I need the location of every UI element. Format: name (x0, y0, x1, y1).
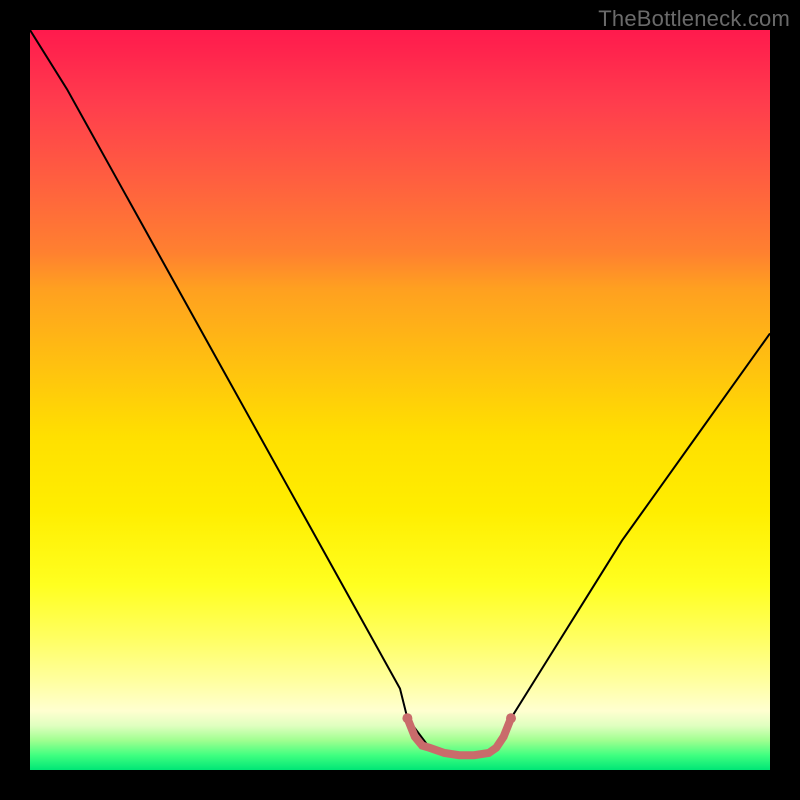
curve-svg (30, 30, 770, 770)
bottleneck-curve (30, 30, 770, 755)
optimal-zone-marker (407, 718, 511, 755)
plot-area (30, 30, 770, 770)
optimal-zone-end-right (506, 713, 516, 723)
chart-container: TheBottleneck.com (0, 0, 800, 800)
watermark-text: TheBottleneck.com (598, 6, 790, 32)
optimal-zone-end-left (402, 713, 412, 723)
